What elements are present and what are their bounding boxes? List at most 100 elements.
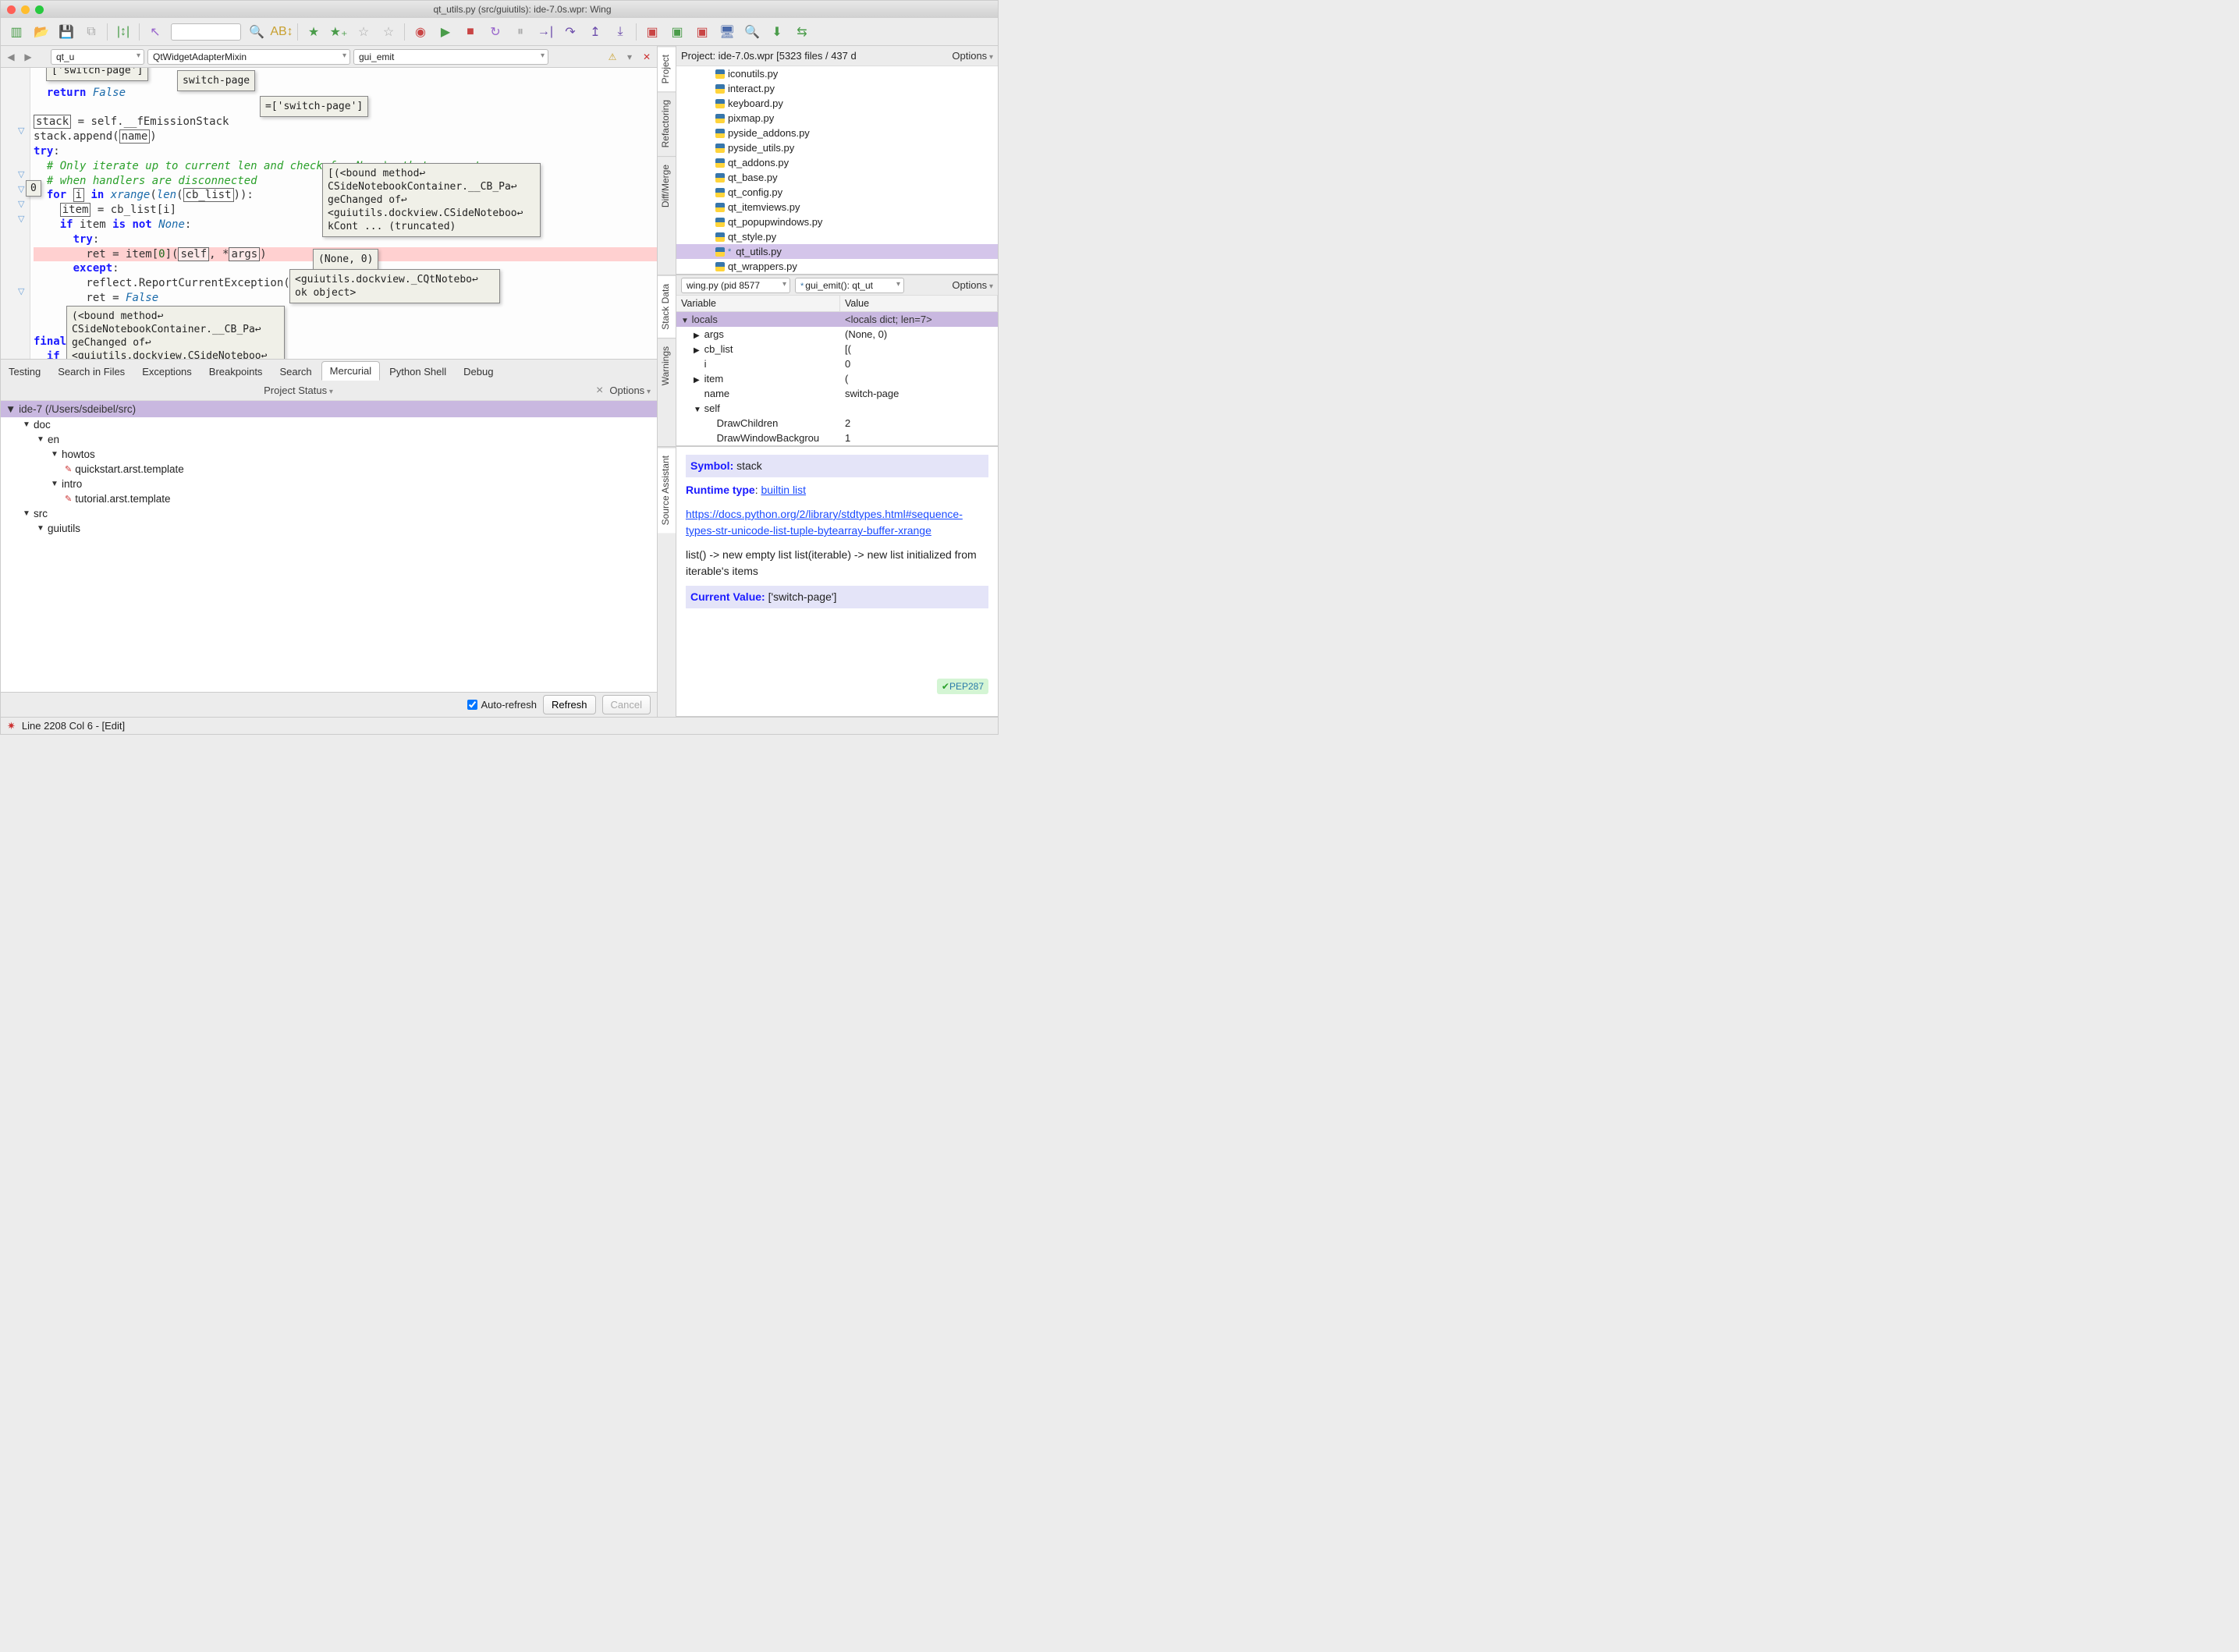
sidetab-project[interactable]: Project <box>658 46 676 91</box>
project-file-row[interactable]: qt_itemviews.py <box>676 200 998 214</box>
monitor-icon[interactable]: 🖥 <box>718 23 736 41</box>
bug-icon[interactable]: ✷ <box>7 720 16 732</box>
sidetab-source-assistant[interactable]: Source Assistant <box>658 447 676 533</box>
variable-row[interactable]: DrawChildren2 <box>676 416 998 431</box>
select-icon[interactable]: ↖ <box>146 23 165 41</box>
step-icon[interactable]: ⤓ <box>611 23 630 41</box>
search-input[interactable] <box>171 23 241 41</box>
disclosure-icon[interactable]: ▼ <box>51 450 59 459</box>
open-file-icon[interactable]: 📂 <box>32 23 51 41</box>
tab-breakpoints[interactable]: Breakpoints <box>201 363 271 381</box>
project-file-row[interactable]: qt_config.py <box>676 185 998 200</box>
nav-fwd-icon[interactable]: ▶ <box>21 50 35 64</box>
project-file-row[interactable]: pyside_addons.py <box>676 126 998 140</box>
class-combo[interactable]: QtWidgetAdapterMixin <box>147 49 350 65</box>
bookmark-prev-icon[interactable]: ☆ <box>354 23 373 41</box>
disclosure-icon[interactable]: ▼ <box>23 420 30 429</box>
tab-exceptions[interactable]: Exceptions <box>134 363 200 381</box>
project-file-row[interactable]: qt_popupwindows.py <box>676 214 998 229</box>
variable-row[interactable]: ▶ cb_list[( <box>676 342 998 356</box>
stop-icon[interactable]: ■ <box>461 23 480 41</box>
function-combo[interactable]: gui_emit <box>353 49 548 65</box>
refresh-button[interactable]: Refresh <box>543 695 596 714</box>
mercurial-tree[interactable]: ▼ ide-7 (/Users/sdeibel/src) ▼doc▼en▼how… <box>1 401 657 692</box>
bookmark-icon[interactable]: ★ <box>304 23 323 41</box>
project-options[interactable]: Options <box>952 50 993 62</box>
project-file-row[interactable]: qt_style.py <box>676 229 998 244</box>
replace-icon[interactable]: AB↕ <box>272 23 291 41</box>
close-panel-icon[interactable]: × <box>596 384 603 398</box>
bookmark-next-icon[interactable]: ☆ <box>379 23 398 41</box>
project-file-row[interactable]: *qt_utils.py <box>676 244 998 259</box>
runtime-type-link[interactable]: builtin list <box>761 484 806 496</box>
step-over-icon[interactable]: ↷ <box>561 23 580 41</box>
new-file-icon[interactable]: ▥ <box>7 23 26 41</box>
code-editor[interactable]: ▽ ▽ ▽ ▽ ▽ ▽ ▽ ▽ return False stack = sel… <box>1 68 657 359</box>
run-icon[interactable]: ▶ <box>436 23 455 41</box>
tab-debug[interactable]: Debug <box>456 363 501 381</box>
pause-icon[interactable]: ⏸ <box>511 23 530 41</box>
variable-row[interactable]: ▼ self <box>676 401 998 416</box>
frame-cur-icon[interactable]: ▣ <box>668 23 687 41</box>
zoom-window-icon[interactable] <box>35 5 44 14</box>
tab-testing[interactable]: Testing <box>1 363 48 381</box>
minimize-window-icon[interactable] <box>21 5 30 14</box>
step-out-icon[interactable]: ↥ <box>586 23 605 41</box>
save-icon[interactable]: 💾 <box>57 23 76 41</box>
tab-search[interactable]: Search <box>271 363 319 381</box>
variable-table[interactable]: Variable Value ▼ locals <locals dict; le… <box>676 296 998 445</box>
options-dropdown[interactable]: Options <box>609 385 651 396</box>
tree-row[interactable]: ▼en <box>1 432 657 447</box>
auto-refresh-checkbox[interactable]: Auto-refresh <box>467 699 537 711</box>
variable-row[interactable]: i0 <box>676 356 998 371</box>
tree-row[interactable]: ✎tutorial.arst.template <box>1 491 657 506</box>
tree-row[interactable]: ✎quickstart.arst.template <box>1 462 657 477</box>
nav-back-icon[interactable]: ◀ <box>4 50 18 64</box>
project-file-row[interactable]: keyboard.py <box>676 96 998 111</box>
tree-row[interactable]: ▼howtos <box>1 447 657 462</box>
col-value[interactable]: Value <box>840 296 998 311</box>
project-file-row[interactable]: qt_base.py <box>676 170 998 185</box>
split-icon[interactable]: ▾ <box>623 50 637 64</box>
goto-icon[interactable]: |↕| <box>114 23 133 41</box>
tree-row[interactable]: ▼intro <box>1 477 657 491</box>
project-file-row[interactable]: pixmap.py <box>676 111 998 126</box>
tab-python-shell[interactable]: Python Shell <box>381 363 454 381</box>
frame-combo[interactable]: *gui_emit(): qt_ut <box>795 278 904 293</box>
bookmark-add-icon[interactable]: ★₊ <box>329 23 348 41</box>
variable-row[interactable]: ▶ args(None, 0) <box>676 327 998 342</box>
project-file-tree[interactable]: iconutils.pyinteract.pykeyboard.pypixmap… <box>676 66 998 274</box>
step-into-icon[interactable]: →| <box>536 23 555 41</box>
project-file-row[interactable]: interact.py <box>676 81 998 96</box>
restart-icon[interactable]: ↻ <box>486 23 505 41</box>
download-icon[interactable]: ⬇ <box>768 23 786 41</box>
file-combo[interactable]: qt_u <box>51 49 144 65</box>
col-variable[interactable]: Variable <box>676 296 840 311</box>
disclosure-icon[interactable]: ▼ <box>37 435 44 444</box>
project-file-row[interactable]: iconutils.py <box>676 66 998 81</box>
disclosure-icon[interactable]: ▼ <box>23 509 30 518</box>
frame-up-icon[interactable]: ▣ <box>643 23 662 41</box>
sync-icon[interactable]: ⇆ <box>793 23 811 41</box>
project-file-row[interactable]: qt_addons.py <box>676 155 998 170</box>
disclosure-icon[interactable]: ▼ <box>51 480 59 488</box>
tree-row[interactable]: ▼doc <box>1 417 657 432</box>
project-status-dropdown[interactable]: Project Status <box>264 385 333 396</box>
sidetab-warnings[interactable]: Warnings <box>658 338 676 393</box>
tree-header[interactable]: ▼ ide-7 (/Users/sdeibel/src) <box>1 401 657 417</box>
close-window-icon[interactable] <box>7 5 16 14</box>
variable-row[interactable]: ▶ item( <box>676 371 998 386</box>
process-combo[interactable]: wing.py (pid 8577 <box>681 278 790 293</box>
source-assistant[interactable]: Symbol: stack Runtime type: builtin list… <box>676 447 998 716</box>
project-file-row[interactable]: pyside_utils.py <box>676 140 998 155</box>
variable-row[interactable]: DrawWindowBackgrou1 <box>676 431 998 445</box>
disclosure-icon[interactable]: ▼ <box>37 524 44 533</box>
save-all-icon[interactable]: ⧉ <box>82 23 101 41</box>
tab-search-in-files[interactable]: Search in Files <box>50 363 133 381</box>
tab-mercurial[interactable]: Mercurial <box>321 361 380 381</box>
tree-row[interactable]: ▼src <box>1 506 657 521</box>
sidetab-stack-data[interactable]: Stack Data <box>658 275 676 338</box>
cancel-button[interactable]: Cancel <box>602 695 651 714</box>
project-file-row[interactable]: qt_wrappers.py <box>676 259 998 274</box>
stack-options[interactable]: Options <box>952 279 993 291</box>
